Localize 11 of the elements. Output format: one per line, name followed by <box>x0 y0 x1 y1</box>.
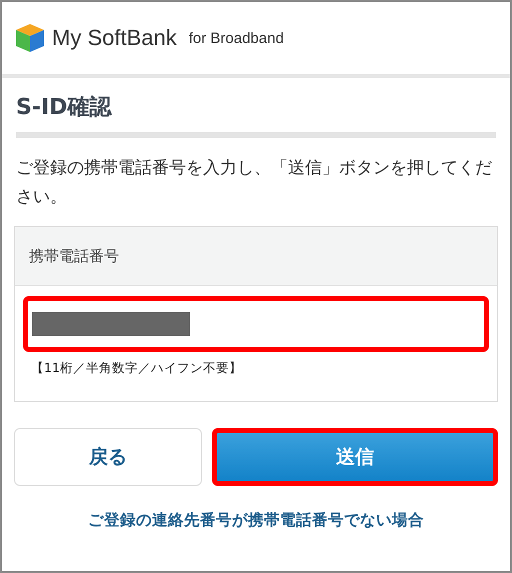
logo-text: My SoftBank <box>52 25 177 51</box>
logo-subtitle: for Broadband <box>188 30 284 46</box>
page-title: S-ID確認 <box>16 92 496 138</box>
input-hint: 【11桁／半角数字／ハイフン不要】 <box>31 360 243 377</box>
send-button[interactable]: 送信 <box>212 428 498 486</box>
back-button[interactable]: 戻る <box>14 428 202 486</box>
cube-logo-icon <box>14 22 46 54</box>
phone-input-field[interactable] <box>23 296 489 352</box>
instruction-text: ご登録の携帯電話番号を入力し、「送信」ボタンを押してください。 <box>16 157 493 209</box>
help-link[interactable]: ご登録の連絡先番号が携帯電話番号でない場合 <box>2 510 510 531</box>
field-label: 携帯電話番号 <box>15 227 497 286</box>
